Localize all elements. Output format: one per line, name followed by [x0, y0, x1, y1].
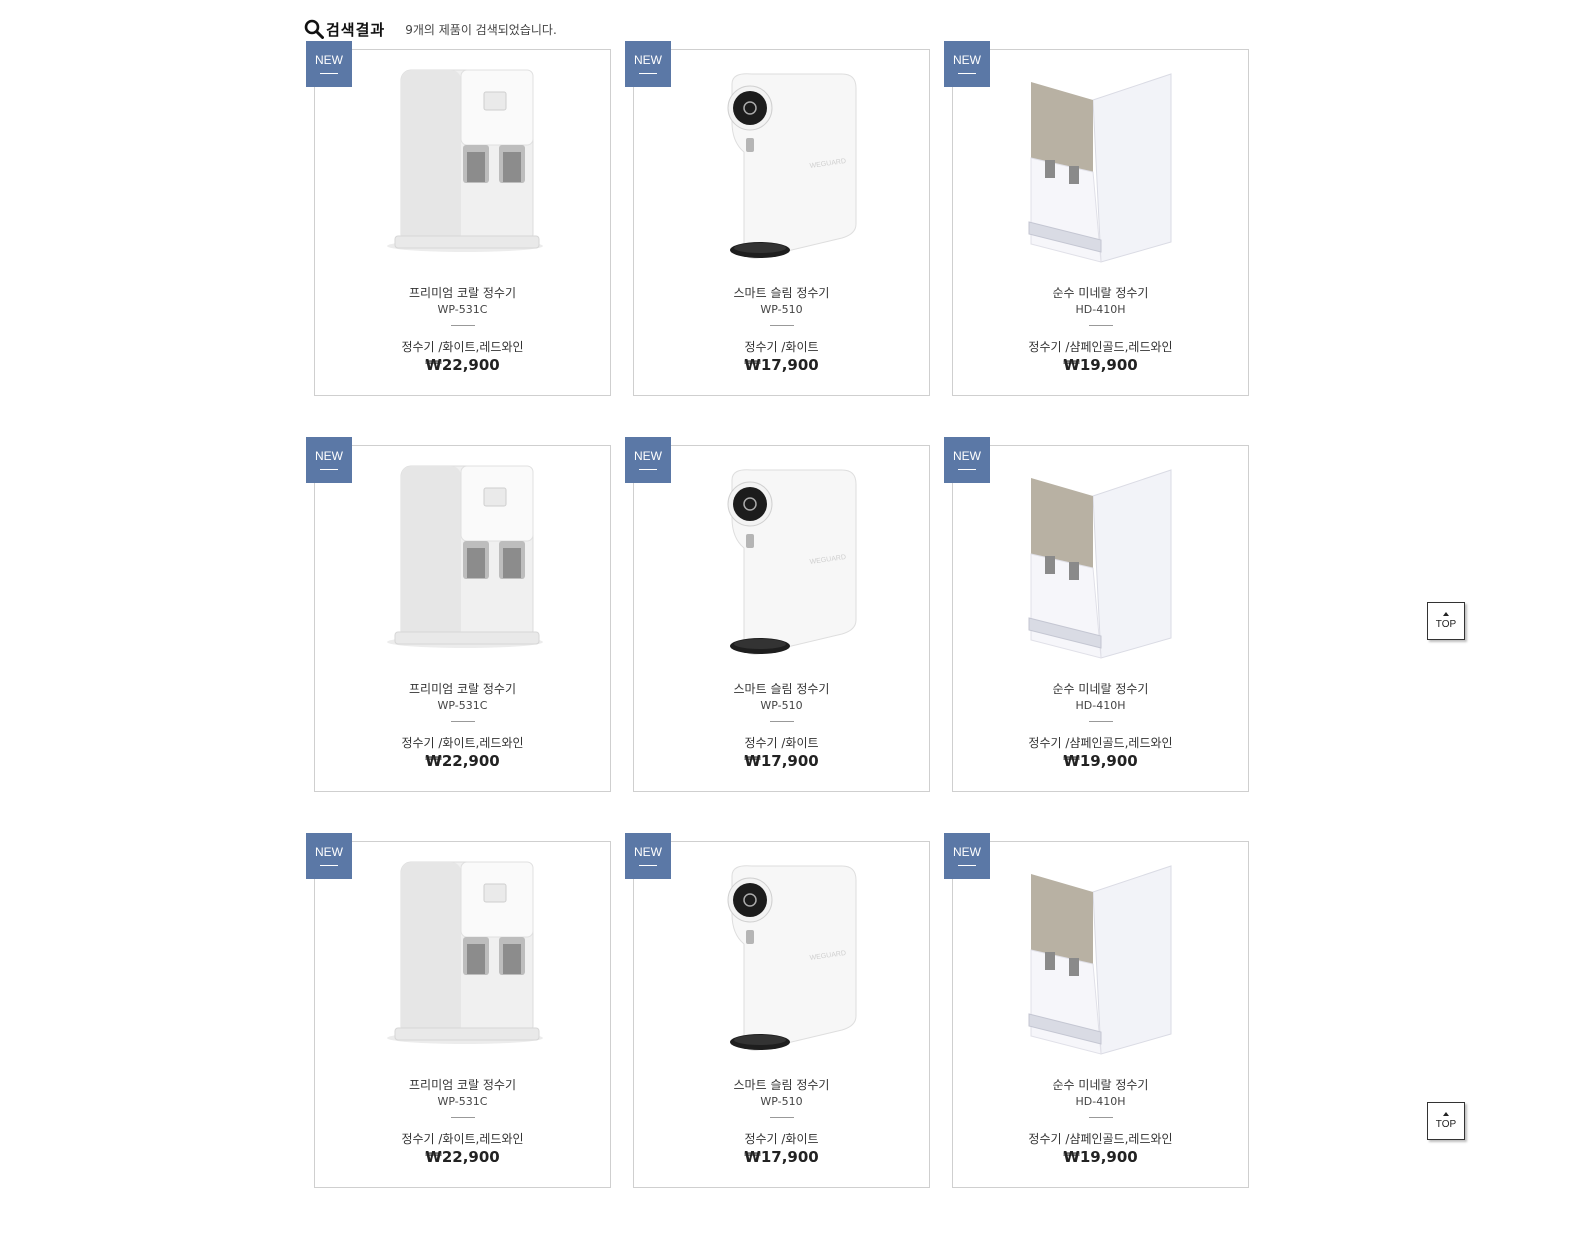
search-icon: [304, 19, 324, 39]
tall-white-purifier-image: [387, 465, 543, 648]
new-badge-label: NEW: [634, 53, 662, 67]
new-badge-label: NEW: [315, 845, 343, 859]
search-results-header: 검색결과 9개의 제품이 검색되었습니다.: [304, 18, 557, 40]
new-badge-label: NEW: [953, 845, 981, 859]
new-badge-label: NEW: [953, 449, 981, 463]
new-badge: NEW: [625, 41, 671, 87]
product-card[interactable]: NEW WEGUARD 스마트 슬림 정수기 WP-510 정수기 /화이트 ₩…: [625, 833, 930, 1188]
new-badge: NEW: [625, 437, 671, 483]
product-options: 정수기 /샴페인골드,레드와인: [1028, 736, 1173, 750]
scroll-top-button[interactable]: TOP: [1427, 602, 1465, 640]
product-model: WP-510: [760, 699, 803, 712]
gold-front-purifier-image: [1028, 469, 1172, 659]
product-model: WP-510: [760, 1095, 803, 1108]
new-badge: NEW: [306, 437, 352, 483]
product-options: 정수기 /화이트: [744, 736, 819, 750]
product-name[interactable]: 스마트 슬림 정수기: [634, 1076, 929, 1093]
new-badge: NEW: [944, 41, 990, 87]
product-price: ₩19,900: [1063, 1148, 1138, 1166]
product-model: WP-531C: [437, 1095, 488, 1108]
product-options: 정수기 /화이트,레드와인: [401, 340, 524, 354]
scroll-top-label: TOP: [1435, 619, 1457, 630]
product-card[interactable]: NEW 프리미엄 코랄 정수기 WP-531C 정수기 /화이트,레드와인 ₩2…: [306, 437, 611, 792]
new-badge: NEW: [625, 833, 671, 879]
divider: [451, 1117, 475, 1118]
product-options: 정수기 /화이트,레드와인: [401, 1132, 524, 1146]
product-name[interactable]: 순수 미네랄 정수기: [953, 284, 1248, 301]
tall-white-purifier-image: [387, 861, 543, 1044]
tall-white-purifier-image: [387, 69, 543, 252]
product-price: ₩17,900: [744, 1148, 819, 1166]
product-name[interactable]: 프리미엄 코랄 정수기: [315, 284, 610, 301]
new-badge: NEW: [944, 437, 990, 483]
product-price: ₩22,900: [425, 752, 500, 770]
product-model: WP-531C: [437, 699, 488, 712]
new-badge-label: NEW: [315, 53, 343, 67]
new-badge-label: NEW: [953, 53, 981, 67]
divider: [770, 721, 794, 722]
product-card[interactable]: NEW 프리미엄 코랄 정수기 WP-531C 정수기 /화이트,레드와인 ₩2…: [306, 833, 611, 1188]
product-options: 정수기 /샴페인골드,레드와인: [1028, 1132, 1173, 1146]
scroll-top-button[interactable]: TOP: [1427, 1102, 1465, 1140]
divider: [1089, 721, 1113, 722]
arrow-up-icon: [1443, 1112, 1449, 1116]
product-card[interactable]: NEW WEGUARD 스마트 슬림 정수기 WP-510 정수기 /화이트 ₩…: [625, 437, 930, 792]
search-results-count: 9개의 제품이 검색되었습니다.: [405, 22, 557, 37]
product-options: 정수기 /샴페인골드,레드와인: [1028, 340, 1173, 354]
slim-round-purifier-image: WEGUARD: [727, 73, 857, 259]
gold-front-purifier-image: [1028, 73, 1172, 263]
product-card[interactable]: NEW 순수 미네랄 정수기 HD-410H 정수기 /샴페인골드,레드와인 ₩…: [944, 437, 1249, 792]
product-options: 정수기 /화이트: [744, 1132, 819, 1146]
product-model: HD-410H: [1075, 699, 1126, 712]
divider: [451, 721, 475, 722]
product-name[interactable]: 스마트 슬림 정수기: [634, 284, 929, 301]
new-badge: NEW: [306, 833, 352, 879]
product-name[interactable]: 프리미엄 코랄 정수기: [315, 680, 610, 697]
product-price: ₩17,900: [744, 356, 819, 374]
product-card[interactable]: NEW 프리미엄 코랄 정수기 WP-531C 정수기 /화이트,레드와인 ₩2…: [306, 41, 611, 396]
product-price: ₩19,900: [1063, 356, 1138, 374]
product-name[interactable]: 스마트 슬림 정수기: [634, 680, 929, 697]
slim-round-purifier-image: WEGUARD: [727, 865, 857, 1051]
divider: [451, 325, 475, 326]
product-options: 정수기 /화이트: [744, 340, 819, 354]
product-card[interactable]: NEW 순수 미네랄 정수기 HD-410H 정수기 /샴페인골드,레드와인 ₩…: [944, 41, 1249, 396]
product-name[interactable]: 순수 미네랄 정수기: [953, 1076, 1248, 1093]
divider: [1089, 1117, 1113, 1118]
product-options: 정수기 /화이트,레드와인: [401, 736, 524, 750]
arrow-up-icon: [1443, 612, 1449, 616]
product-model: HD-410H: [1075, 303, 1126, 316]
new-badge-label: NEW: [634, 449, 662, 463]
product-card[interactable]: NEW 순수 미네랄 정수기 HD-410H 정수기 /샴페인골드,레드와인 ₩…: [944, 833, 1249, 1188]
divider: [770, 325, 794, 326]
product-price: ₩22,900: [425, 356, 500, 374]
divider: [770, 1117, 794, 1118]
product-card[interactable]: NEW WEGUARD 스마트 슬림 정수기 WP-510 정수기 /화이트 ₩…: [625, 41, 930, 396]
new-badge-label: NEW: [315, 449, 343, 463]
product-price: ₩22,900: [425, 1148, 500, 1166]
product-name[interactable]: 순수 미네랄 정수기: [953, 680, 1248, 697]
gold-front-purifier-image: [1028, 865, 1172, 1055]
search-results-title: 검색결과: [326, 20, 386, 39]
product-price: ₩17,900: [744, 752, 819, 770]
new-badge: NEW: [306, 41, 352, 87]
divider: [1089, 325, 1113, 326]
scroll-top-label: TOP: [1435, 1119, 1457, 1130]
new-badge: NEW: [944, 833, 990, 879]
product-price: ₩19,900: [1063, 752, 1138, 770]
new-badge-label: NEW: [634, 845, 662, 859]
product-name[interactable]: 프리미엄 코랄 정수기: [315, 1076, 610, 1093]
product-model: WP-531C: [437, 303, 488, 316]
product-model: HD-410H: [1075, 1095, 1126, 1108]
product-model: WP-510: [760, 303, 803, 316]
slim-round-purifier-image: WEGUARD: [727, 469, 857, 655]
